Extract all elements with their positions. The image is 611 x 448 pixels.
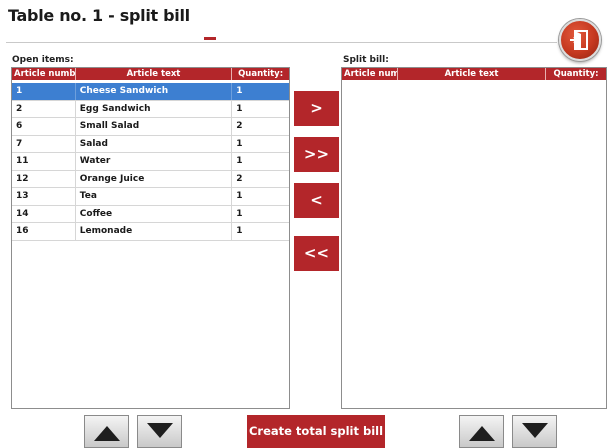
article-text-cell: Salad [76, 135, 233, 152]
table-row[interactable]: 14 Coffee 1 [12, 205, 289, 223]
move-all-right-button[interactable]: >> [294, 137, 339, 172]
article-text-cell: Cheese Sandwich [76, 83, 233, 100]
table-row[interactable]: 11 Water 1 [12, 153, 289, 171]
article-number-cell: 16 [12, 223, 76, 240]
open-items-grid: Article number Article text Quantity: 1C… [11, 67, 290, 409]
right-scroll-up-button[interactable] [459, 415, 504, 448]
create-total-split-bill-button[interactable]: Create total split bill [247, 415, 385, 448]
article-text-cell: Coffee [76, 205, 233, 222]
quantity-cell: 1 [236, 156, 243, 166]
arrow-up-icon [93, 425, 120, 441]
col-article-text: Article text [76, 68, 233, 80]
arrow-up-icon [468, 425, 495, 441]
open-items-header: Article number Article text Quantity: [12, 68, 289, 80]
exit-button[interactable] [559, 19, 601, 61]
article-number-cell: 6 [12, 118, 76, 135]
split-bill-label: Split bill: [343, 55, 389, 65]
open-items-label: Open items: [12, 55, 74, 65]
article-text-cell: Small Salad [76, 118, 233, 135]
article-number-cell: 1 [12, 83, 76, 100]
move-all-left-button[interactable]: << [294, 236, 339, 271]
title-divider [6, 42, 557, 43]
article-text-cell: Orange Juice [76, 170, 233, 187]
quantity-cell: 1 [236, 226, 243, 236]
split-bill-header: Article number Article text Quantity: [342, 68, 606, 80]
table-row[interactable]: 13 Tea 1 [12, 188, 289, 206]
move-one-left-button[interactable]: < [294, 183, 339, 218]
article-number-cell: 11 [12, 153, 76, 170]
quantity-cell: 2 [236, 173, 243, 184]
open-items-list: 1 Cheese Sandwich 1 2 Egg Sandwich 1 6 Small Sa… [12, 83, 289, 241]
left-scroll-down-button[interactable] [137, 415, 182, 448]
col-article-number: Article number [14, 68, 76, 80]
split-bill-grid: Article number Article text Quantity: [341, 67, 607, 409]
quantity-cell: 1 [236, 191, 243, 201]
article-text-cell: Egg Sandwich [76, 100, 233, 117]
arrow-down-icon [521, 422, 548, 438]
table-row[interactable]: 1 Cheese Sandwich 1 [12, 83, 289, 101]
move-one-right-button[interactable]: > [294, 91, 339, 126]
quantity-cell: 1 [236, 208, 243, 219]
table-row[interactable]: 7 Salad 1 [12, 135, 289, 153]
table-row[interactable]: 6 Small Salad 2 [12, 118, 289, 136]
article-number-cell: 12 [12, 170, 76, 187]
left-scroll-up-button[interactable] [84, 415, 129, 448]
table-row[interactable]: 2 Egg Sandwich 1 [12, 100, 289, 118]
right-scroll-down-button[interactable] [512, 415, 557, 448]
minimize-indicator [204, 37, 216, 40]
exit-door-icon [570, 30, 588, 50]
quantity-cell: 1 [236, 103, 243, 114]
article-text-cell: Lemonade [76, 223, 233, 240]
col-article-text: Article text [398, 68, 546, 80]
article-text-cell: Tea [76, 188, 233, 205]
table-row[interactable]: 12 Orange Juice 2 [12, 170, 289, 188]
article-text-cell: Water [76, 153, 233, 170]
col-quantity: Quantity: [238, 69, 284, 79]
quantity-cell: 1 [236, 138, 243, 149]
arrow-down-icon [146, 422, 173, 438]
table-row[interactable]: 16 Lemonade 1 [12, 223, 289, 241]
col-article-number: Article number [344, 68, 398, 80]
quantity-cell: 2 [236, 121, 243, 131]
col-quantity: Quantity: [553, 69, 599, 79]
article-number-cell: 2 [12, 100, 76, 117]
article-number-cell: 14 [12, 205, 76, 222]
quantity-cell: 1 [236, 86, 243, 96]
article-number-cell: 7 [12, 135, 76, 152]
page-title: Table no. 1 - split bill [8, 6, 190, 25]
article-number-cell: 13 [12, 188, 76, 205]
